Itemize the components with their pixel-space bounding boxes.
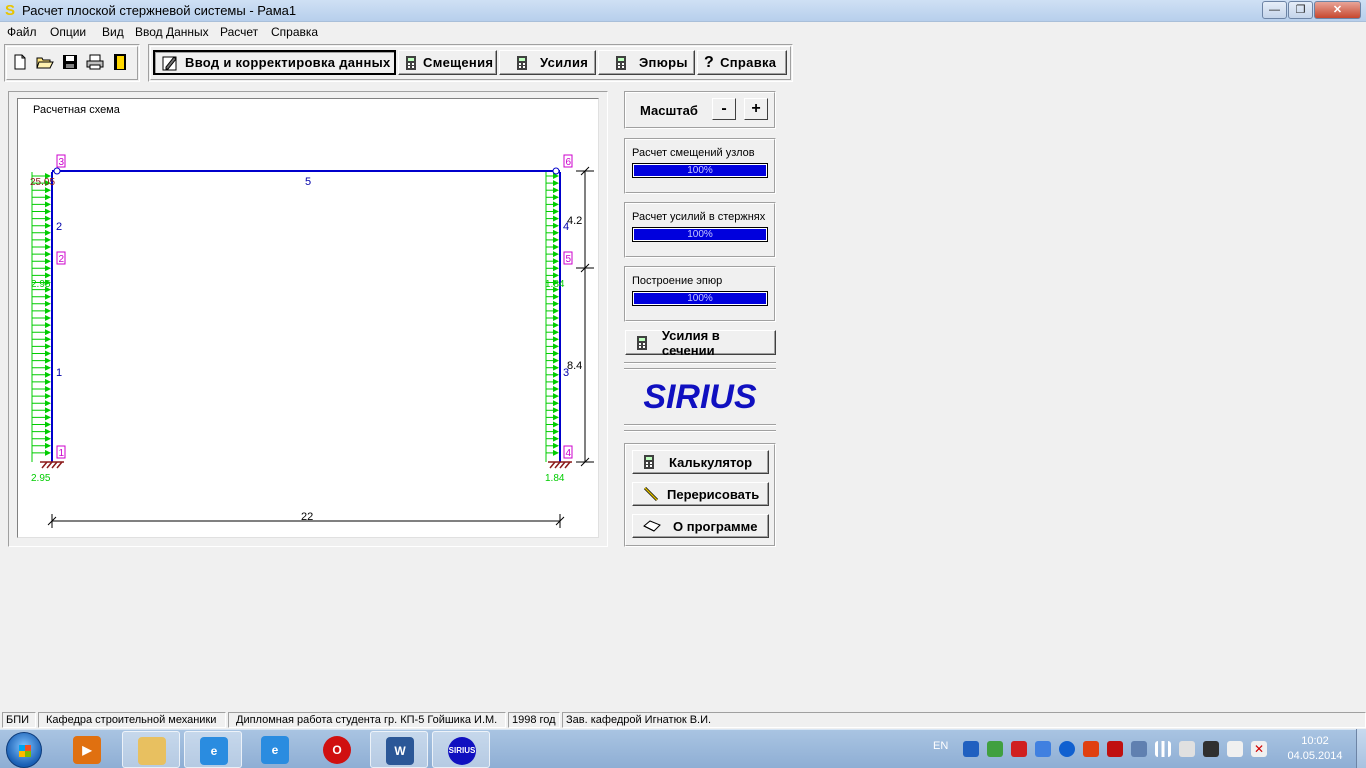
right-distributed-load <box>545 172 559 462</box>
section-forces-button[interactable]: Усилия в сечении <box>625 327 776 358</box>
help-icon: ? <box>704 53 715 71</box>
progress-bar-forces: 100% <box>632 227 768 242</box>
tray-pdf-icon[interactable] <box>1107 741 1123 757</box>
status-year: 1998 год <box>508 712 560 728</box>
tray-network-icon[interactable] <box>1035 741 1051 757</box>
redraw-label: Перерисовать <box>667 486 760 502</box>
tab-help-label: Справка <box>720 55 777 70</box>
node-label: 5 <box>566 254 572 265</box>
progress-text: 100% <box>687 229 713 240</box>
status-department: Кафедра строительной механики <box>38 712 226 728</box>
signal-icon[interactable] <box>1155 741 1171 757</box>
calculator-label: Калькулятор <box>669 454 753 470</box>
media-player-icon[interactable]: ▶ <box>58 731 116 768</box>
tray-app-icon[interactable] <box>1011 741 1027 757</box>
word-icon[interactable]: W <box>370 731 428 768</box>
internet-explorer-icon[interactable]: e <box>184 731 242 768</box>
progress-label-diagrams: Построение эпюр <box>632 275 723 287</box>
support-right <box>548 461 572 469</box>
close-button[interactable]: ✕ <box>1314 1 1361 19</box>
calculator-icon <box>637 335 647 350</box>
progress-label-displacements: Расчет смещений узлов <box>632 147 755 159</box>
node-label: 4 <box>566 448 572 459</box>
language-indicator[interactable]: EN <box>933 740 948 752</box>
sirius-icon[interactable]: SIRIUS <box>432 731 490 768</box>
action-center-icon[interactable]: ✕ <box>1251 741 1267 757</box>
minimize-button[interactable]: — <box>1262 1 1287 19</box>
tray-skype-icon[interactable] <box>963 741 979 757</box>
file-explorer-icon[interactable] <box>122 731 180 768</box>
node-label: 1 <box>59 448 65 459</box>
status-bar: БПИ Кафедра строительной механики Диплом… <box>0 711 1366 729</box>
hinge-right <box>552 167 560 175</box>
member-label: 2 <box>56 221 62 233</box>
start-button[interactable] <box>6 732 42 768</box>
volume-icon[interactable] <box>1179 741 1195 757</box>
progress-bar-displacements: 100% <box>632 163 768 178</box>
tray-flash-icon[interactable] <box>1083 741 1099 757</box>
usb-icon[interactable] <box>1227 741 1243 757</box>
clock[interactable]: 10:02 04.05.2014 <box>1280 734 1350 764</box>
tray-security-icon[interactable] <box>987 741 1003 757</box>
clock-time: 10:02 <box>1301 735 1329 747</box>
calculator-button[interactable]: Калькулятор <box>632 450 769 474</box>
status-head: Зав. кафедрой Игнатюк В.И. <box>562 712 1366 728</box>
frame-scheme: 1 2 3 4 5 6 1 2 3 4 5 25.05 2.95 2.95 1.… <box>30 154 594 528</box>
clock-date: 04.05.2014 <box>1287 750 1343 762</box>
scale-label: Масштаб <box>640 103 698 118</box>
member-label: 1 <box>56 367 62 379</box>
opera-icon[interactable]: O <box>308 731 366 768</box>
load-label: 1.84 <box>545 473 565 484</box>
tray-device-icon[interactable] <box>1131 741 1147 757</box>
status-institute: БПИ <box>2 712 36 728</box>
tab-diagrams-label: Эпюры <box>639 55 688 70</box>
dimension-lines <box>47 166 594 528</box>
about-label: О программе <box>673 518 758 534</box>
show-desktop-button[interactable] <box>1356 729 1366 768</box>
section-forces-label: Усилия в сечении <box>661 327 720 358</box>
dimension-upper: 4.2 <box>567 215 582 227</box>
member-label: 5 <box>305 176 311 188</box>
progress-text: 100% <box>687 165 713 176</box>
load-label: 2.95 <box>31 279 51 290</box>
progress-text: 100% <box>687 293 713 304</box>
calculator-icon <box>644 455 654 469</box>
monitor-icon[interactable] <box>1203 741 1219 757</box>
dimension-lower: 8.4 <box>567 360 582 372</box>
node-label: 2 <box>59 254 65 265</box>
zoom-out-button[interactable]: - <box>712 98 736 120</box>
hinge-left <box>53 167 61 175</box>
load-label: 2.95 <box>31 473 51 484</box>
node-label: 3 <box>59 157 65 168</box>
tray-update-icon[interactable] <box>1059 741 1075 757</box>
maximize-button[interactable]: ❐ <box>1288 1 1313 19</box>
status-thesis: Дипломная работа студента гр. КП-5 Гойши… <box>228 712 506 728</box>
load-label-top: 25.05 <box>30 177 55 188</box>
book-icon <box>643 520 661 532</box>
node-label: 6 <box>566 157 572 168</box>
tab-help[interactable]: ? Справка <box>697 50 787 75</box>
internet-explorer-icon[interactable]: e <box>246 731 304 768</box>
progress-bar-diagrams: 100% <box>632 291 768 306</box>
about-button[interactable]: О программе <box>632 514 769 538</box>
progress-label-forces: Расчет усилий в стержнях <box>632 211 766 223</box>
dimension-width: 22 <box>301 511 313 523</box>
left-distributed-load <box>31 172 51 462</box>
load-label: 1.84 <box>545 279 565 290</box>
redraw-button[interactable]: Перерисовать <box>632 482 769 506</box>
zoom-in-button[interactable]: + <box>744 98 768 120</box>
support-left <box>40 461 64 469</box>
pencil-icon <box>643 486 659 502</box>
sirius-logo: SIRIUS <box>643 378 757 416</box>
